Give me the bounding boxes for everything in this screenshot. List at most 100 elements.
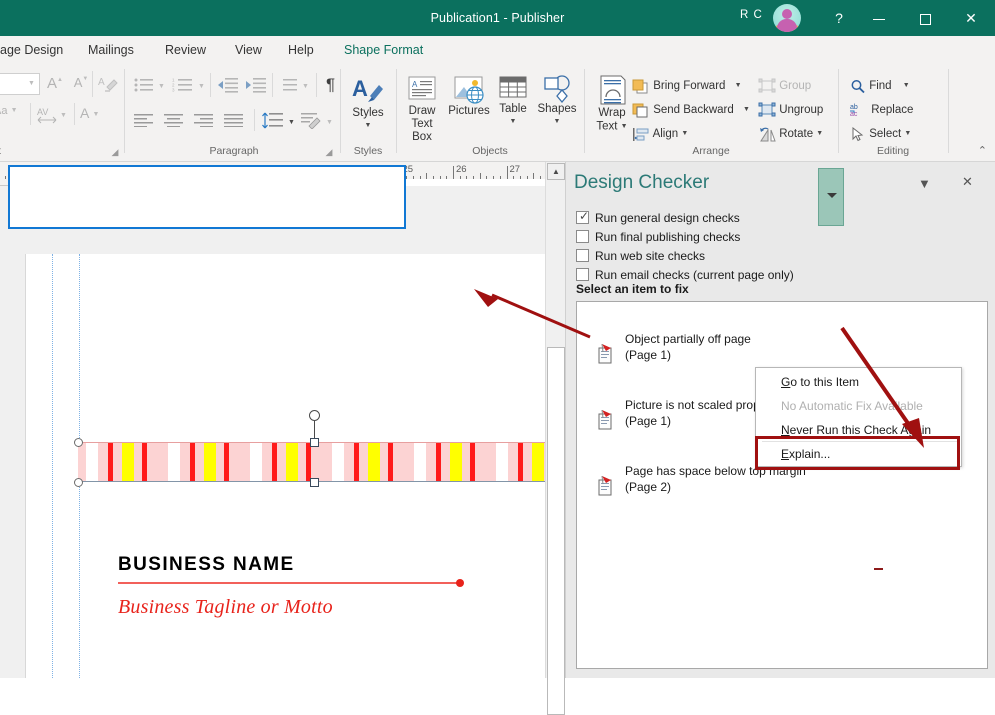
show-formatting-marks-button[interactable]: ¶	[326, 75, 335, 95]
menu-accel: G	[781, 375, 791, 389]
align-button[interactable]: Align ▼	[632, 124, 688, 144]
svg-text:3: 3	[172, 88, 175, 93]
bar-stripe-white	[332, 443, 344, 481]
business-name-text[interactable]: BUSINESS NAME	[118, 554, 295, 576]
objects-group-label: Objects	[472, 145, 508, 157]
svg-text:ab: ab	[850, 104, 858, 111]
ungroup-button[interactable]: Ungroup	[758, 100, 823, 120]
send-backward-button[interactable]: Send Backward ▼	[632, 100, 750, 120]
ruler-minor-tick	[406, 176, 408, 179]
decorative-striped-bar[interactable]	[78, 442, 545, 482]
bullets-icon[interactable]	[134, 77, 154, 93]
select-button[interactable]: Select ▼	[850, 124, 911, 144]
tab-mailings[interactable]: Mailings	[88, 36, 134, 65]
ruler-minor-tick	[432, 176, 434, 179]
pictures-button-label: Pictures	[448, 105, 490, 117]
line-spacing-icon[interactable]	[262, 112, 284, 129]
tab-page-design[interactable]: age Design	[0, 36, 63, 65]
bar-stripe-white	[496, 443, 508, 481]
ruler-major-tick	[506, 166, 508, 179]
checkbox-box: ✓	[576, 209, 590, 224]
margin-guide-left-outer	[52, 254, 53, 678]
resize-handle-bottom-center[interactable]	[310, 478, 319, 487]
table-button[interactable]: Table ▼	[494, 75, 532, 128]
tab-help[interactable]: Help	[288, 36, 314, 65]
ruler-minor-tick	[412, 176, 414, 179]
draw-text-box-button[interactable]: A Draw Text Box	[400, 75, 444, 144]
wrap-text-button[interactable]: Wrap Text ▼	[590, 75, 634, 134]
clear-formatting-icon[interactable]: A	[98, 75, 118, 93]
ruler-minor-tick	[526, 176, 528, 179]
business-tagline-text[interactable]: Business Tagline or Motto	[118, 596, 333, 619]
document-canvas[interactable]: BUSINESS NAME Business Tagline or Motto …	[0, 186, 545, 678]
paragraph-dialog-launcher[interactable]: ◢	[324, 147, 334, 157]
scroll-up-button[interactable]: ▲	[547, 163, 565, 180]
annotation-dash	[874, 568, 883, 570]
bar-stripe-red	[108, 443, 113, 481]
change-case-button[interactable]: Aa ▼	[0, 105, 18, 117]
font-size-combobox[interactable]: ▼	[0, 73, 40, 95]
scrollbar-thumb[interactable]	[547, 347, 565, 715]
bar-stripe-red	[142, 443, 147, 481]
rotate-button[interactable]: Rotate ▼	[758, 124, 823, 144]
close-button[interactable]: ✕	[948, 0, 994, 36]
menu-accel: N	[781, 423, 790, 437]
styles-button[interactable]: A Styles ▼	[344, 75, 392, 132]
panel-close-icon[interactable]: ✕	[962, 174, 973, 190]
design-issue-icon	[597, 410, 614, 430]
align-center-icon[interactable]	[164, 113, 184, 127]
pictures-button[interactable]: Pictures	[446, 75, 492, 118]
tab-shape-format[interactable]: Shape Format	[344, 36, 423, 65]
panel-options-chevron-down-icon[interactable]: ▼	[918, 176, 931, 191]
bar-stripe-red	[388, 443, 393, 481]
character-spacing-button[interactable]: AV ▼	[36, 105, 67, 125]
ruler-minor-tick	[4, 176, 6, 179]
svg-text:A: A	[98, 77, 105, 88]
item-dropdown-button[interactable]	[818, 168, 844, 226]
avatar[interactable]	[773, 4, 801, 32]
ruler-number: 26	[456, 164, 467, 175]
font-color-button[interactable]: A ▼	[80, 105, 99, 121]
replace-button[interactable]: ab ac Replace	[850, 100, 913, 120]
tab-view[interactable]: View	[235, 36, 262, 65]
bar-stripe-yellow	[450, 443, 462, 481]
font-dialog-launcher[interactable]: ◢	[110, 147, 120, 157]
rotation-handle[interactable]	[309, 410, 320, 421]
increase-indent-icon[interactable]	[246, 77, 266, 93]
bar-stripe-yellow	[122, 443, 134, 481]
decrease-indent-icon[interactable]	[218, 77, 238, 93]
editing-group-label: Editing	[876, 145, 910, 157]
wrap-text-line1: Wrap	[598, 107, 626, 119]
align-left-icon[interactable]	[134, 113, 154, 127]
ruler-minor-tick	[473, 176, 475, 179]
send-backward-label: Send Backward	[653, 104, 734, 117]
maximize-button[interactable]	[902, 0, 948, 36]
paragraph-shading-icon[interactable]	[300, 112, 322, 129]
account-initials[interactable]: R C	[740, 9, 763, 21]
line-spacing-small-icon[interactable]	[280, 77, 298, 93]
vertical-scrollbar[interactable]: ▲	[545, 162, 565, 715]
ribbon: ▼ A▲ A▼ A Aa ▼ AV ▼ A ▼ t ◢ ▼	[0, 65, 995, 162]
shapes-button[interactable]: Shapes ▼	[534, 75, 580, 128]
annotation-arrow-to-bar	[474, 289, 591, 339]
align-right-icon[interactable]	[194, 113, 214, 127]
minimize-button[interactable]	[856, 0, 902, 36]
ruler-minor-tick	[466, 176, 468, 179]
bring-forward-label: Bring Forward	[653, 80, 726, 93]
shrink-font-button[interactable]: A▼	[70, 75, 92, 90]
bring-forward-button[interactable]: Bring Forward ▼	[632, 76, 742, 96]
check-mark-icon: ✓	[579, 209, 590, 223]
grow-font-button[interactable]: A▲	[44, 75, 66, 92]
resize-handle-top-left[interactable]	[74, 438, 83, 447]
bar-stripe-white	[414, 443, 426, 481]
find-button[interactable]: Find ▼	[850, 76, 910, 96]
bar-stripe-yellow	[286, 443, 298, 481]
align-justify-icon[interactable]	[224, 113, 244, 127]
resize-handle-bottom-left[interactable]	[74, 478, 83, 487]
draw-text-box-line1: Draw	[408, 105, 436, 117]
resize-handle-top-center[interactable]	[310, 438, 319, 447]
collapse-ribbon-button[interactable]: ⌃	[978, 144, 987, 157]
numbering-icon[interactable]: 1 2 3	[172, 77, 194, 93]
bar-stripe-red	[306, 443, 311, 481]
tab-review[interactable]: Review	[165, 36, 206, 65]
